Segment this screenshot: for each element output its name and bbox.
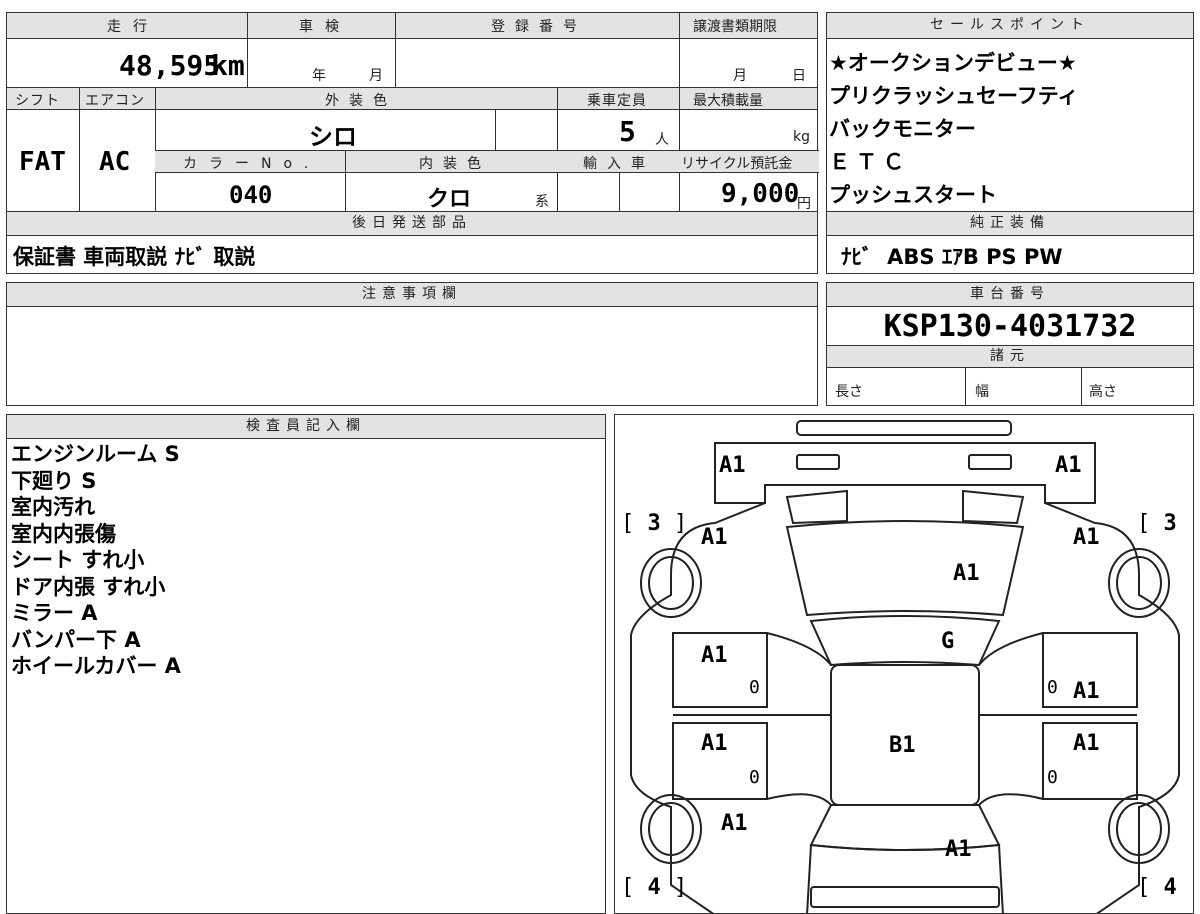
chassis-header: 車台番号 bbox=[827, 283, 1193, 307]
front-outline bbox=[714, 442, 1096, 504]
shift-value: FAT bbox=[19, 147, 66, 177]
mark-fender-right: A1 bbox=[1073, 525, 1100, 550]
sales-point-1: ★オークションデビュー★ bbox=[829, 51, 1077, 75]
rear-bumper bbox=[810, 886, 1000, 908]
mark-zero-3: 0 bbox=[749, 767, 760, 788]
tire-label-front-left: [ 3 ] bbox=[621, 511, 688, 536]
shift-label: シフト bbox=[15, 93, 60, 109]
body-outline-right bbox=[1044, 502, 1180, 913]
interior-color-label: 内装色 bbox=[419, 156, 491, 172]
sales-points-header: セールスポイント bbox=[827, 13, 1193, 39]
import-label: 輸入車 bbox=[583, 156, 655, 172]
capacity-value: 5 bbox=[619, 115, 636, 148]
interior-color-value: クロ bbox=[427, 187, 472, 212]
headlight-right bbox=[962, 489, 1025, 525]
chassis-box: 車台番号 KSP130-4031732 諸元 長さ 幅 高さ bbox=[826, 282, 1194, 406]
capacity-label: 乗車定員 bbox=[587, 93, 647, 109]
mileage-unit: km bbox=[211, 49, 245, 82]
mileage-value: 48,595 bbox=[119, 49, 221, 82]
later-parts-value: 保証書 車両取説 ﾅﾋﾞ 取説 bbox=[13, 245, 256, 269]
sales-point-3: バックモニター bbox=[829, 117, 976, 141]
equipment-header: 純正装備 bbox=[827, 212, 1193, 236]
inspector-line-2: 下廻り S bbox=[11, 468, 97, 493]
front-bumper bbox=[796, 420, 1012, 436]
inspector-line-4: 室内内張傷 bbox=[11, 521, 116, 546]
recycle-value: 9,000 bbox=[721, 179, 800, 209]
specs-header: 諸元 bbox=[827, 346, 1193, 368]
transfer-day: 日 bbox=[792, 68, 806, 84]
mark-fender-left: A1 bbox=[701, 525, 728, 550]
interior-color-suffix: 系 bbox=[535, 194, 549, 210]
header-row-4: 後日発送部品 bbox=[7, 212, 817, 236]
tire-label-rear-right: [ 4 ] bbox=[1137, 875, 1193, 900]
car-diagram-box: [ 3 ] [ 3 ] [ 4 ] [ 4 ] A1 A1 A1 A1 A1 G… bbox=[614, 414, 1194, 914]
notes-header: 注意事項欄 bbox=[7, 283, 817, 307]
inspector-line-7: ミラー A bbox=[11, 601, 98, 625]
max-load-label: 最大積載量 bbox=[693, 93, 763, 109]
inspector-box: 検査員記入欄 エンジンルーム S 下廻り S 室内汚れ 室内内張傷 シート すれ… bbox=[6, 414, 606, 914]
inspector-header: 検査員記入欄 bbox=[7, 415, 605, 439]
fog-lamp-right bbox=[968, 454, 1012, 470]
recycle-label: リサイクル預託金 bbox=[681, 156, 793, 172]
equipment-value: ﾅﾋﾞ ABS ｴｱB PS PW bbox=[841, 245, 1063, 269]
recycle-unit: 円 bbox=[797, 196, 811, 212]
exterior-color-label: 外装色 bbox=[325, 93, 397, 109]
hood bbox=[785, 520, 1025, 617]
exterior-color-value: シロ bbox=[309, 123, 357, 151]
color-no-value: 040 bbox=[229, 181, 273, 209]
spec-height-label: 高さ bbox=[1089, 384, 1117, 400]
max-load-unit: kg bbox=[793, 129, 810, 145]
inspector-line-6: ドア内張 すれ小 bbox=[11, 574, 166, 599]
mark-front-door-right: A1 bbox=[1073, 679, 1100, 704]
mark-trunk: A1 bbox=[945, 837, 972, 862]
transfer-label: 譲渡書類期限 bbox=[693, 19, 777, 35]
mark-zero-1: 0 bbox=[749, 677, 760, 698]
chassis-number: KSP130-4031732 bbox=[883, 309, 1137, 344]
inspector-line-8: バンパー下 A bbox=[11, 627, 141, 652]
sales-points-box: セールスポイント ★オークションデビュー★ プリクラッシュセーフティ バックモニ… bbox=[826, 12, 1194, 274]
spec-width-label: 幅 bbox=[975, 384, 989, 400]
headlight-left bbox=[785, 489, 848, 525]
ac-label: エアコン bbox=[85, 93, 145, 109]
vehicle-info-table: 走行 車検 登録番号 譲渡書類期限 48,595 km 年 月 月 日 シフト … bbox=[6, 12, 819, 274]
sales-point-2: プリクラッシュセーフティ bbox=[829, 84, 1079, 108]
mark-zero-4: 0 bbox=[1047, 767, 1058, 788]
spec-length-label: 長さ bbox=[835, 384, 863, 400]
fog-lamp-left bbox=[796, 454, 840, 470]
tire-label-front-right: [ 3 ] bbox=[1137, 511, 1193, 536]
windshield bbox=[809, 615, 1001, 667]
capacity-unit: 人 bbox=[655, 132, 669, 148]
mileage-label: 走行 bbox=[107, 19, 159, 35]
notes-box: 注意事項欄 bbox=[6, 282, 818, 406]
inspection-month: 月 bbox=[369, 68, 383, 84]
inspection-year: 年 bbox=[312, 68, 326, 84]
inspector-line-1: エンジンルーム S bbox=[11, 442, 180, 466]
mark-front-door-left: A1 bbox=[701, 643, 728, 668]
sales-point-4: ＥＴＣ bbox=[829, 150, 910, 174]
inspector-line-5: シート すれ小 bbox=[11, 548, 145, 572]
color-no-label: カラーNo. bbox=[183, 156, 321, 172]
mark-front-left: A1 bbox=[719, 453, 746, 478]
door-line-right bbox=[978, 632, 1137, 806]
trunk bbox=[806, 843, 1004, 913]
body-outline-left bbox=[630, 502, 766, 913]
mark-rear-door-right: A1 bbox=[1073, 731, 1100, 756]
tire-label-rear-left: [ 4 ] bbox=[621, 875, 688, 900]
inspection-label: 車検 bbox=[299, 19, 351, 35]
mark-quarter-left: A1 bbox=[721, 811, 748, 836]
inspector-line-9: ホイールカバー A bbox=[11, 654, 181, 678]
mark-zero-2: 0 bbox=[1047, 677, 1058, 698]
transfer-month: 月 bbox=[733, 68, 747, 84]
mark-roof: B1 bbox=[889, 733, 916, 758]
mark-hood: A1 bbox=[953, 561, 980, 586]
mark-front-right: A1 bbox=[1055, 453, 1082, 478]
sales-point-5: プッシュスタート bbox=[829, 183, 997, 207]
ac-value: AC bbox=[99, 147, 131, 177]
mark-windshield: G bbox=[941, 629, 955, 654]
registration-label: 登録番号 bbox=[491, 19, 587, 35]
mark-rear-door-left: A1 bbox=[701, 731, 728, 756]
inspector-line-3: 室内汚れ bbox=[11, 495, 95, 519]
